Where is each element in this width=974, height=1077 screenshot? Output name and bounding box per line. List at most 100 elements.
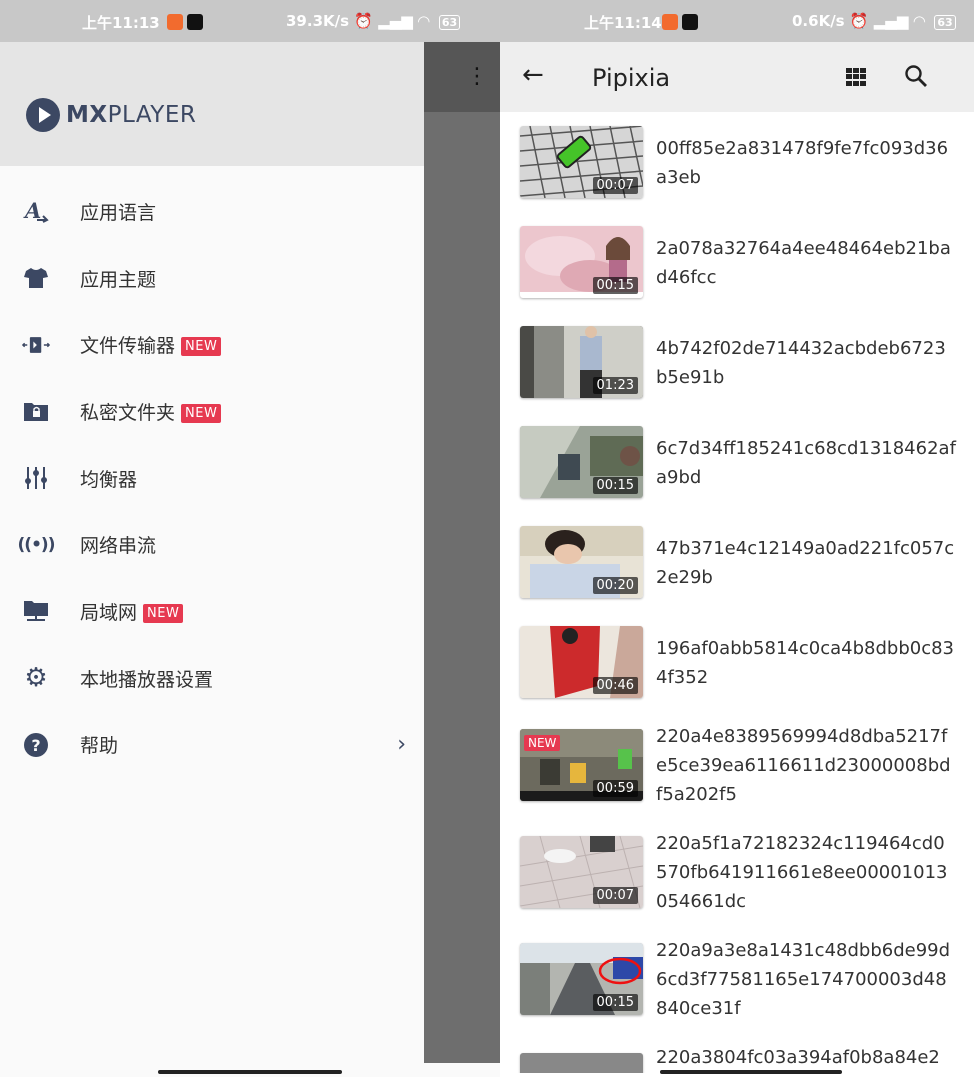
- duration-label: 01:23: [592, 377, 638, 394]
- list-item[interactable]: 00:07 00ff85e2a831478f9fe7fc093d36a3eb ⋮: [500, 112, 974, 212]
- drawer-item-lan[interactable]: 局域网 NEW: [0, 578, 424, 645]
- app-bar: ← Pipixia ⋮: [500, 42, 974, 112]
- lan-icon: [22, 597, 50, 625]
- video-thumbnail: NEW 00:59: [520, 729, 643, 801]
- item-more-icon[interactable]: ⋮: [966, 650, 974, 671]
- video-thumbnail: 00:20: [520, 526, 643, 598]
- tiktok-icon: [187, 14, 203, 30]
- video-name: 220a5f1a72182324c119464cd0570fb641911661…: [656, 833, 948, 912]
- grid-view-icon[interactable]: [846, 68, 866, 86]
- drawer-item-file-transfer[interactable]: 文件传输器 NEW: [0, 311, 424, 378]
- drawer-item-label: 本地播放器设置: [80, 668, 214, 691]
- drawer-item-network-stream[interactable]: ((•)) 网络串流: [0, 511, 424, 578]
- drawer-item-help[interactable]: ? 帮助 ›: [0, 712, 424, 779]
- alarm-icon: ⏰: [849, 12, 869, 30]
- video-thumbnail: 00:15: [520, 226, 643, 298]
- item-more-icon[interactable]: ⋮: [966, 150, 974, 171]
- item-more-icon[interactable]: ⋮: [966, 968, 974, 989]
- video-name: 196af0abb5814c0ca4b8dbb0c834f352: [656, 638, 955, 688]
- brand-bold: MX: [66, 102, 108, 128]
- home-indicator[interactable]: [158, 1070, 342, 1074]
- video-name: 220a3804fc03a394af0b8a84e2: [656, 1047, 940, 1068]
- duration-label: 00:15: [592, 277, 638, 294]
- new-badge: NEW: [524, 735, 561, 751]
- new-badge: NEW: [181, 403, 222, 423]
- duration-label: 00:46: [592, 677, 638, 694]
- drawer-item-label: 文件传输器: [80, 335, 176, 358]
- status-bar: 上午11:13 39.3K/s ⏰ ▂▄▆ ◠ 63: [0, 0, 500, 42]
- more-options-icon[interactable]: ⋮: [966, 64, 974, 89]
- item-more-icon[interactable]: ⋮: [966, 250, 974, 271]
- left-screen: 上午11:13 39.3K/s ⏰ ▂▄▆ ◠ 63 ⋮ MXPLAYER A …: [0, 0, 500, 1077]
- page-title: Pipixia: [592, 64, 671, 92]
- home-indicator[interactable]: [660, 1070, 842, 1074]
- status-right: 0.6K/s ⏰ ▂▄▆ ◠ 63: [792, 12, 956, 30]
- list-item[interactable]: 220a3804fc03a394af0b8a84e2: [500, 1033, 974, 1073]
- status-bar: 上午11:14 0.6K/s ⏰ ▂▄▆ ◠ 63: [500, 0, 974, 42]
- drawer-item-label: 应用主题: [80, 268, 157, 291]
- right-screen: 上午11:14 0.6K/s ⏰ ▂▄▆ ◠ 63 ← Pipixia ⋮: [500, 0, 974, 1077]
- video-name: 47b371e4c12149a0ad221fc057c2e29b: [656, 538, 955, 588]
- mx-player-logo: MXPLAYER: [26, 98, 196, 132]
- network-speed: 0.6K/s: [792, 12, 845, 30]
- help-icon: ?: [22, 731, 50, 759]
- screenshot-pair: 上午11:13 39.3K/s ⏰ ▂▄▆ ◠ 63 ⋮ MXPLAYER A …: [0, 0, 974, 1077]
- list-item[interactable]: 00:15 220a9a3e8a1431c48dbb6de99d6cd3f775…: [500, 926, 974, 1033]
- duration-label: 00:07: [592, 177, 638, 194]
- drawer-item-label: 帮助: [80, 735, 119, 758]
- video-thumbnail: [520, 1053, 643, 1073]
- list-item[interactable]: NEW 00:59 220a4e8389569994d8dba5217fe5ce…: [500, 712, 974, 819]
- new-badge: NEW: [181, 337, 222, 357]
- drawer-item-equalizer[interactable]: 均衡器: [0, 445, 424, 512]
- brand-rest: PLAYER: [107, 102, 197, 128]
- drawer-item-label: 均衡器: [80, 468, 138, 491]
- stream-icon: ((•)): [17, 534, 56, 555]
- tiktok-icon: [682, 14, 698, 30]
- video-thumbnail: 00:07: [520, 836, 643, 908]
- list-item[interactable]: 00:15 6c7d34ff185241c68cd1318462afa9bd ⋮: [500, 412, 974, 512]
- video-thumbnail: 00:15: [520, 426, 643, 498]
- list-item[interactable]: 00:20 47b371e4c12149a0ad221fc057c2e29b ⋮: [500, 512, 974, 612]
- video-name: 2a078a32764a4ee48464eb21bad46fcc: [656, 238, 951, 288]
- language-icon: A: [22, 197, 50, 225]
- video-name: 4b742f02de714432acbdeb6723b5e91b: [656, 338, 946, 388]
- drawer-item-player-settings[interactable]: ⚙ 本地播放器设置: [0, 645, 424, 712]
- item-more-icon[interactable]: ⋮: [966, 550, 974, 571]
- list-item[interactable]: 00:46 196af0abb5814c0ca4b8dbb0c834f352 ⋮: [500, 612, 974, 712]
- video-thumbnail: 00:46: [520, 626, 643, 698]
- video-name: 00ff85e2a831478f9fe7fc093d36a3eb: [656, 138, 949, 188]
- video-thumbnail: 01:23: [520, 326, 643, 398]
- list-item[interactable]: 00:07 220a5f1a72182324c119464cd0570fb641…: [500, 819, 974, 926]
- item-more-icon[interactable]: ⋮: [966, 350, 974, 371]
- item-more-icon[interactable]: ⋮: [966, 861, 974, 882]
- drawer-item-private-folder[interactable]: 私密文件夹 NEW: [0, 378, 424, 445]
- new-badge: NEW: [143, 603, 184, 623]
- play-logo-icon: [26, 98, 60, 132]
- network-speed: 39.3K/s: [286, 12, 350, 30]
- private-folder-icon: [22, 397, 50, 425]
- drawer-header: MXPLAYER: [0, 42, 424, 166]
- item-more-icon[interactable]: ⋮: [966, 754, 974, 775]
- signal-icon: ▂▄▆: [873, 12, 909, 30]
- wifi-icon: ◠: [913, 12, 926, 30]
- duration-label: 00:59: [592, 780, 638, 797]
- drawer-item-label: 应用语言: [80, 201, 157, 224]
- drawer-item-label: 网络串流: [80, 535, 157, 558]
- list-item[interactable]: 00:15 2a078a32764a4ee48464eb21bad46fcc ⋮: [500, 212, 974, 312]
- search-icon[interactable]: [904, 64, 928, 92]
- drawer-item-language[interactable]: A 应用语言: [0, 178, 424, 245]
- drawer-item-label: 私密文件夹: [80, 401, 176, 424]
- list-item[interactable]: 01:23 4b742f02de714432acbdeb6723b5e91b ⋮: [500, 312, 974, 412]
- drawer-scrim[interactable]: ⋮: [424, 42, 500, 1063]
- gear-icon: ⚙: [24, 663, 48, 694]
- battery-icon: 63: [438, 15, 461, 30]
- item-more-icon[interactable]: ⋮: [966, 450, 974, 471]
- record-icon: [167, 14, 183, 30]
- signal-icon: ▂▄▆: [378, 12, 413, 30]
- battery-icon: 63: [934, 15, 956, 30]
- chevron-right-icon: ›: [397, 732, 406, 758]
- status-time: 上午11:13: [82, 14, 160, 32]
- drawer-item-theme[interactable]: 应用主题: [0, 245, 424, 312]
- back-arrow-icon[interactable]: ←: [522, 62, 544, 88]
- duration-label: 00:07: [592, 887, 638, 904]
